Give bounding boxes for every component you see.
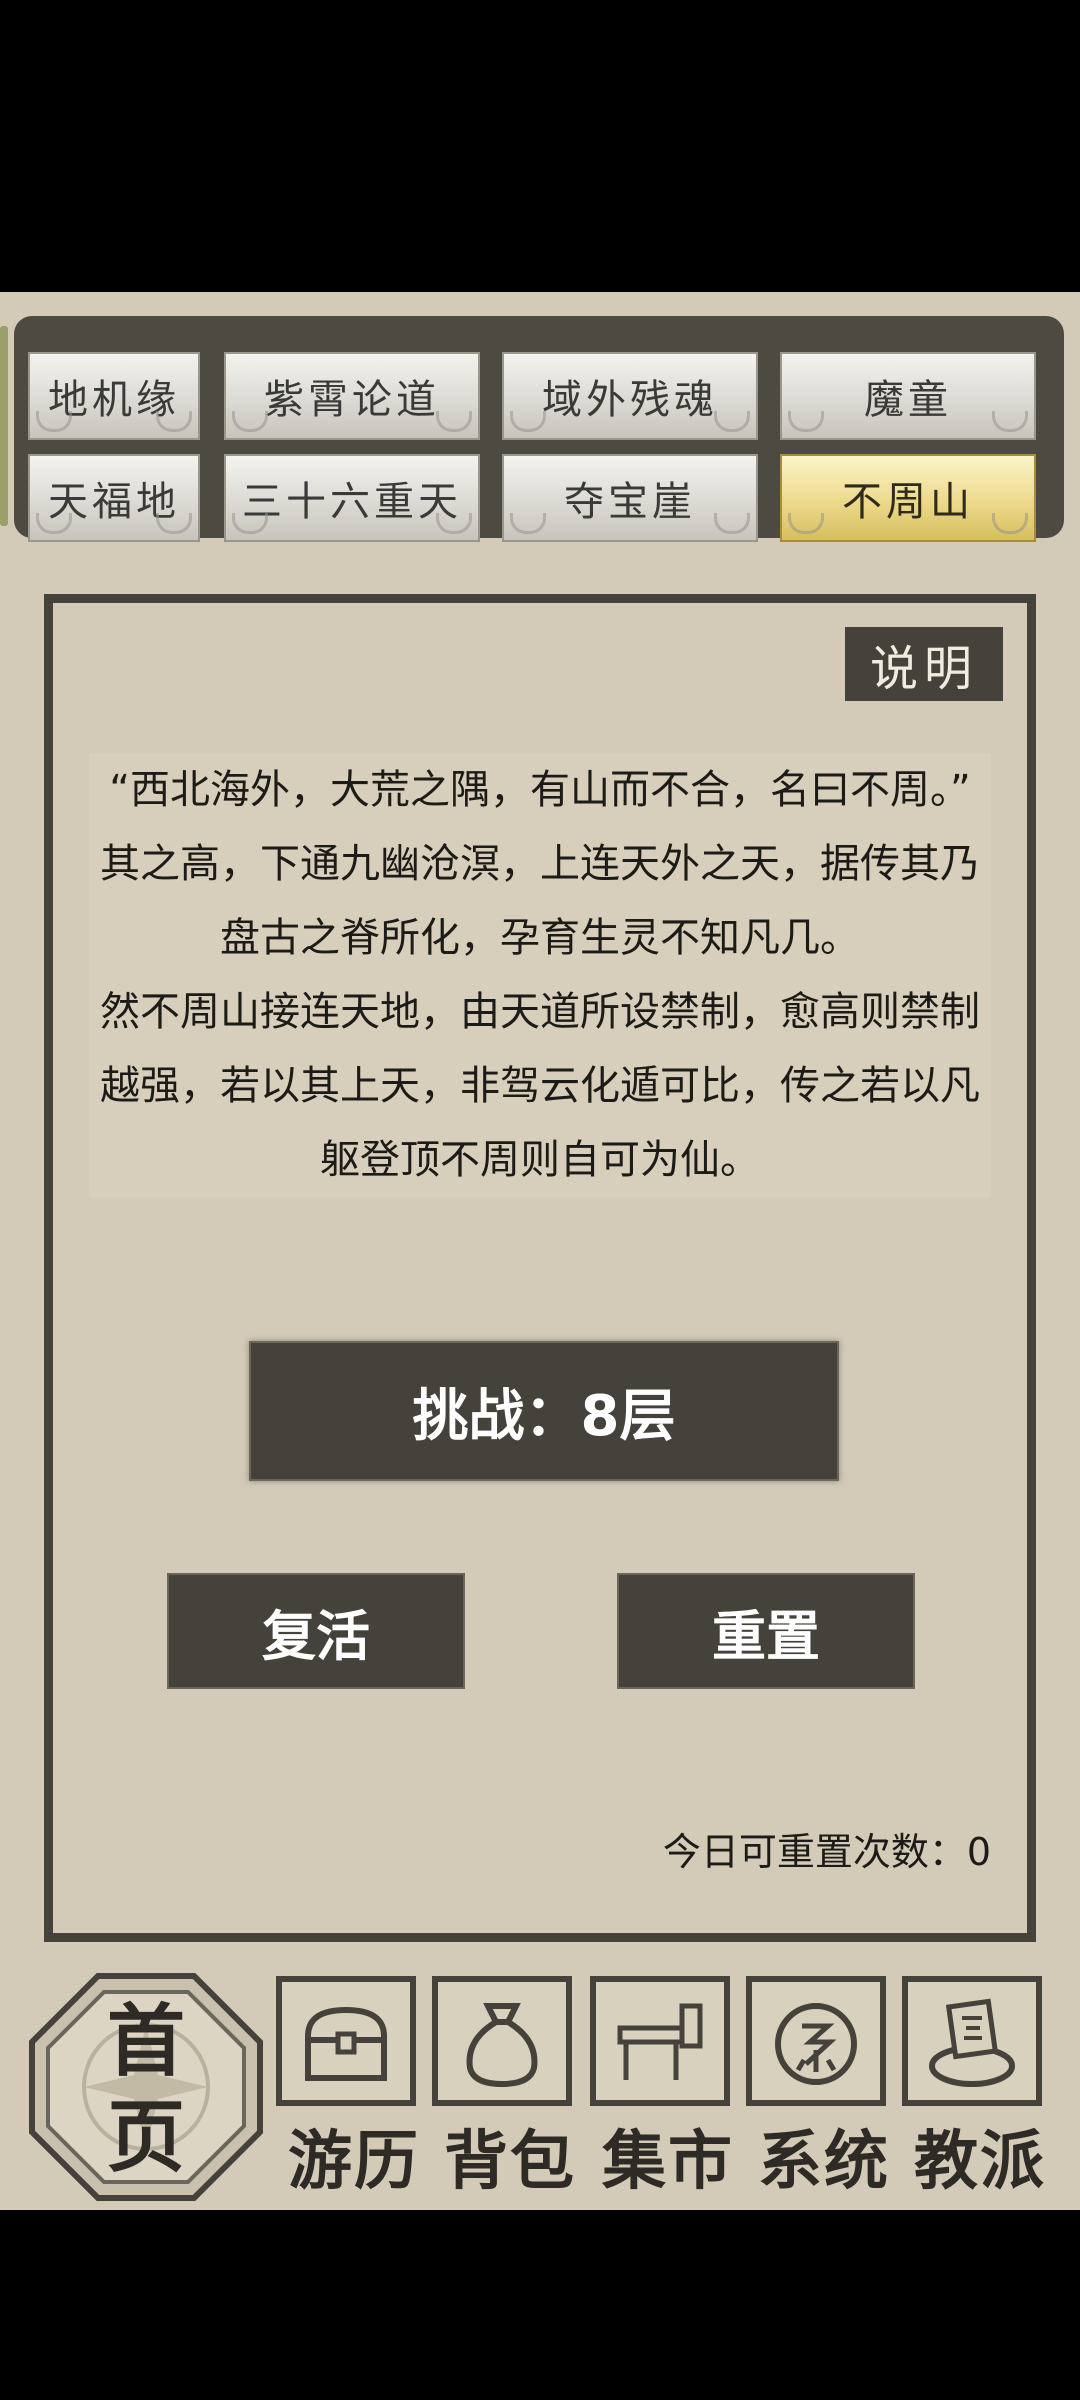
tab-label: 紫霄论道: [264, 377, 440, 423]
reset-count-text: 今日可重置次数：0: [662, 1830, 991, 1874]
nav-home-label: 首页: [106, 1996, 185, 2183]
scroll-edge-indicator: [0, 326, 8, 526]
mode-tab-panel: 地机缘 紫霄论道 域外残魂 魔童 天福地 三十六重天 夺宝崖 不周山: [0, 316, 1064, 542]
tab-zixiao-debate[interactable]: 紫霄论道: [224, 352, 480, 440]
nav-system[interactable]: 系统: [744, 1972, 894, 2202]
sect-banner-icon: [929, 1998, 1015, 2087]
nav-market[interactable]: 集市: [588, 1972, 738, 2202]
description-text: “西北海外，大荒之隅，有山而不合，名曰不周。” 其之高，下通九幽沧溟，上连天外之…: [89, 753, 991, 1197]
help-button[interactable]: 说明: [845, 627, 1003, 701]
bottom-navigation: 首页 游历 背包 集市 系统 教派: [0, 1972, 1080, 2210]
chest-icon: [305, 2006, 387, 2081]
nav-travel-label: 游历: [288, 2125, 420, 2199]
nav-home-button[interactable]: 首页: [28, 1972, 264, 2202]
challenge-button[interactable]: 挑战：8层: [249, 1341, 839, 1481]
nav-market-label: 集市: [602, 2125, 734, 2199]
nav-bag[interactable]: 背包: [430, 1972, 580, 2202]
description-paragraph: 其之高，下通九幽沧溟，上连天外之天，据传其乃盘古之脊所化，孕育生灵不知凡几。: [100, 841, 980, 961]
nav-sect[interactable]: 教派: [900, 1972, 1050, 2202]
tab-label: 域外残魂: [542, 377, 718, 423]
nav-icon-frame: [432, 1976, 572, 2106]
bag-icon: [466, 2003, 538, 2088]
tab-label: 不周山: [842, 479, 974, 525]
tab-thirty-six-heavens[interactable]: 三十六重天: [224, 454, 480, 542]
reset-button[interactable]: 重置: [617, 1573, 915, 1689]
tab-blessed-land[interactable]: 天福地: [28, 454, 200, 542]
tab-label: 三十六重天: [242, 479, 462, 525]
description-paragraph: “西北海外，大荒之隅，有山而不合，名曰不周。”: [109, 767, 971, 813]
tab-label: 夺宝崖: [564, 479, 696, 525]
system-seal-icon: [775, 2003, 857, 2085]
tab-buzhou-mountain[interactable]: 不周山: [780, 454, 1036, 542]
tab-outer-remnant-soul[interactable]: 域外残魂: [502, 352, 758, 440]
nav-icon-frame: [276, 1976, 416, 2106]
nav-sect-label: 教派: [914, 2125, 1046, 2199]
tab-label: 魔童: [864, 377, 952, 423]
app-screen: 地机缘 紫霄论道 域外残魂 魔童 天福地 三十六重天 夺宝崖 不周山 说明 “西…: [0, 292, 1080, 2210]
buzhou-mountain-panel: 说明 “西北海外，大荒之隅，有山而不合，名曰不周。” 其之高，下通九幽沧溟，上连…: [44, 594, 1036, 1942]
stall-icon: [617, 2003, 703, 2080]
revive-button[interactable]: 复活: [167, 1573, 465, 1689]
nav-system-label: 系统: [758, 2125, 890, 2199]
nav-icon-frame: [746, 1976, 886, 2106]
nav-bag-label: 背包: [444, 2125, 576, 2199]
nav-icon-frame: [902, 1976, 1042, 2106]
tab-ground-fortune[interactable]: 地机缘: [28, 352, 200, 440]
description-paragraph: 然不周山接连天地，由天道所设禁制，愈高则禁制越强，若以其上天，非驾云化遁可比，传…: [100, 989, 980, 1183]
nav-travel[interactable]: 游历: [274, 1972, 424, 2202]
nav-icon-frame: [590, 1976, 730, 2106]
tab-demon-child[interactable]: 魔童: [780, 352, 1036, 440]
tab-treasure-cliff[interactable]: 夺宝崖: [502, 454, 758, 542]
